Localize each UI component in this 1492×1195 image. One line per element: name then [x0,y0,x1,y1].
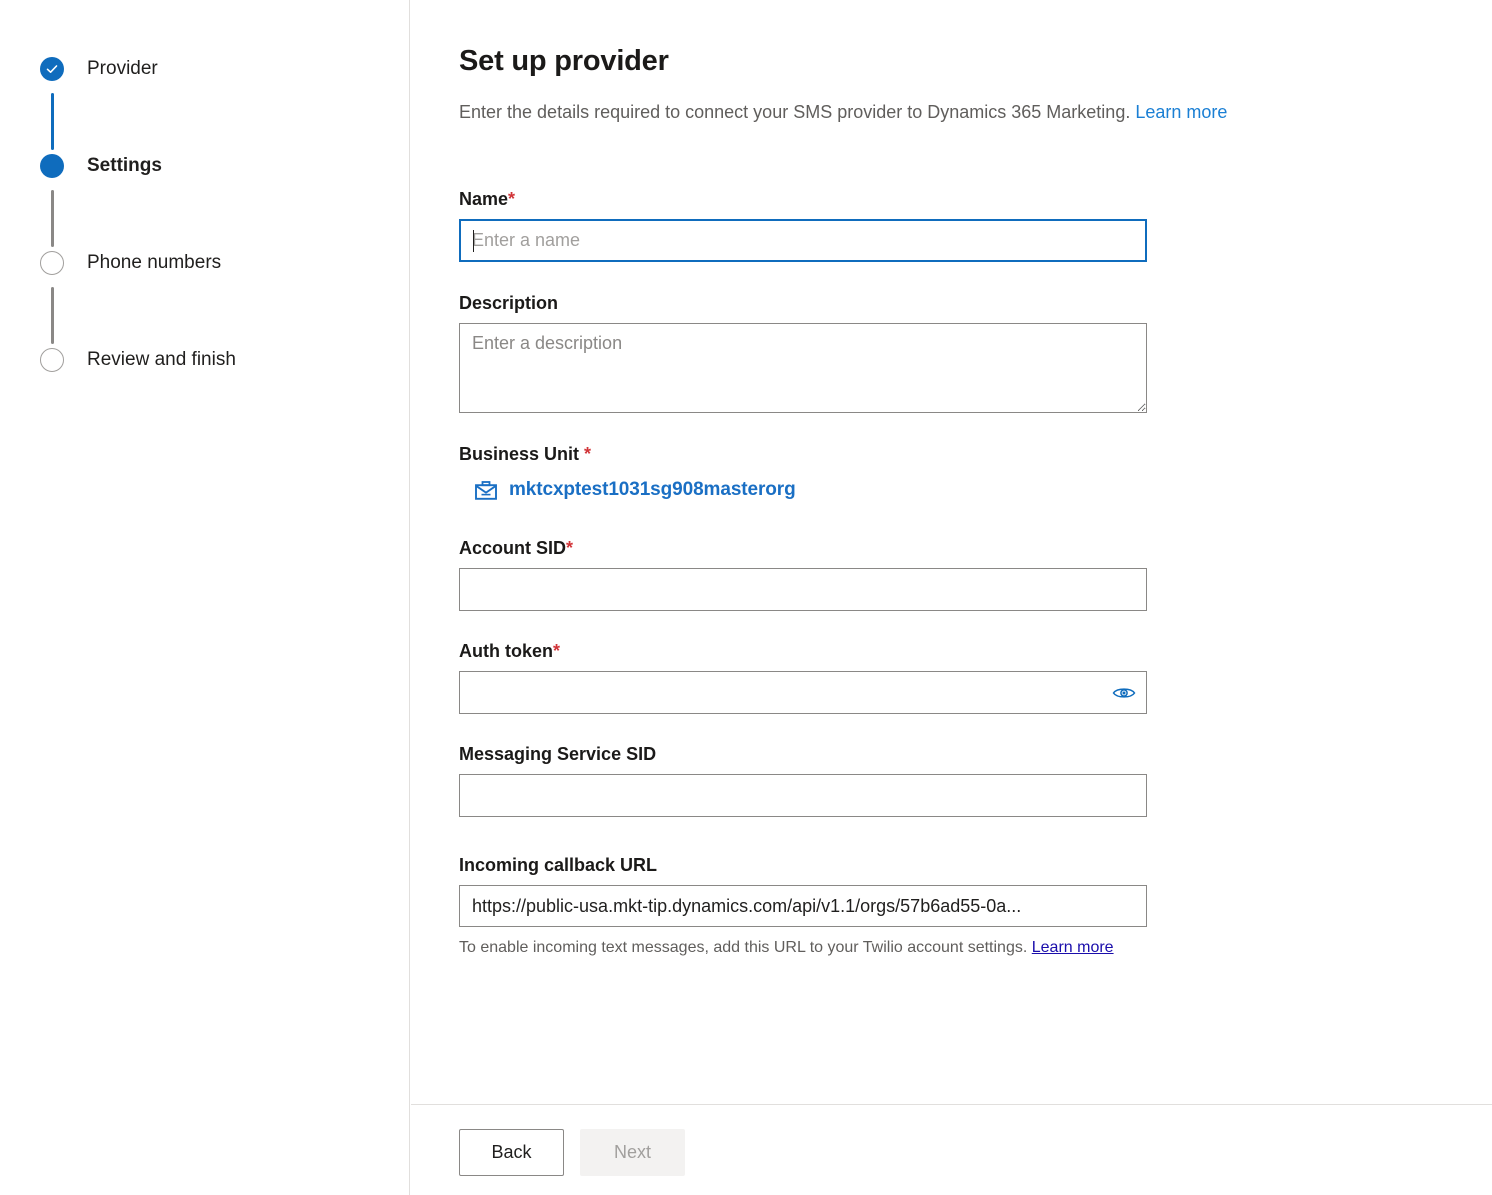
label-messaging-service-sid: Messaging Service SID [459,744,657,764]
messaging-service-sid-input[interactable] [459,774,1147,817]
setup-provider-wizard-page: Provider Settings Phone numbers Review a… [0,0,1492,1195]
step-label-review-and-finish: Review and finish [87,349,236,370]
required-asterisk-business-unit: * [584,444,592,464]
sidebar-item-provider[interactable]: Provider [40,57,158,81]
step-label-provider: Provider [87,58,158,79]
step-connector-2 [51,190,54,247]
step-label-settings: Settings [87,155,162,176]
label-account-sid-text: Account SID [459,538,567,558]
eye-icon[interactable] [1109,678,1139,708]
label-auth-token: Auth token* [459,640,1492,662]
page-subtitle-text: Enter the details required to connect yo… [459,102,1131,122]
field-business-unit: Business Unit * mktcxptest1031sg908master… [459,443,1492,501]
label-business-unit: Business Unit * [459,443,1492,465]
sidebar-item-settings[interactable]: Settings [40,154,162,178]
check-icon [40,57,64,81]
label-name: Name* [459,188,1492,210]
empty-circle-icon [40,348,64,372]
next-button[interactable]: Next [580,1129,685,1176]
wizard-step-rail: Provider Settings Phone numbers Review a… [0,0,410,1195]
field-messaging-service-sid: Messaging Service SID [459,743,1492,817]
field-incoming-callback-url: Incoming callback URL To enable incoming… [459,854,1492,961]
name-input-wrap [459,219,1147,262]
business-unit-name[interactable]: mktcxptest1031sg908masterorg [509,479,796,501]
label-incoming-callback-url: Incoming callback URL [459,855,658,875]
required-asterisk-name: * [508,189,516,209]
label-description: Description [459,293,559,313]
required-asterisk-auth-token: * [553,641,561,661]
back-button[interactable]: Back [459,1129,564,1176]
wizard-footer: Back Next [411,1104,1492,1195]
field-name: Name* [459,188,1492,262]
label-account-sid: Account SID* [459,537,1492,559]
page-title: Set up provider [459,45,669,77]
label-name-text: Name [459,189,509,209]
footer-button-row: Back Next [411,1105,1492,1176]
step-label-phone-numbers: Phone numbers [87,252,222,273]
sidebar-item-review-and-finish[interactable]: Review and finish [40,348,236,372]
step-connector-1 [51,93,54,150]
auth-token-input[interactable] [459,671,1147,714]
incoming-callback-url-input[interactable] [459,885,1147,927]
text-caret [473,230,474,252]
business-unit-lookup-value[interactable]: mktcxptest1031sg908masterorg [475,479,1492,501]
name-input[interactable] [459,219,1147,262]
incoming-callback-url-helper: To enable incoming text messages, add th… [459,934,1149,961]
learn-more-link-callback[interactable]: Learn more [1032,939,1114,956]
field-auth-token: Auth token* [459,640,1492,714]
helper-text: To enable incoming text messages, add th… [459,939,1028,956]
filled-circle-icon [40,154,64,178]
learn-more-link-header[interactable]: Learn more [1135,102,1227,122]
label-auth-token-text: Auth token [459,641,553,661]
sidebar-item-phone-numbers[interactable]: Phone numbers [40,251,221,275]
step-connector-3 [51,287,54,344]
field-description: Description [459,292,1492,413]
auth-token-input-wrap [459,671,1147,714]
account-sid-input[interactable] [459,568,1147,611]
label-business-unit-text: Business Unit [459,444,580,464]
description-textarea[interactable] [459,323,1147,413]
main-content-pane: Set up provider Enter the details requir… [411,0,1492,1104]
empty-circle-icon [40,251,64,275]
field-account-sid: Account SID* [459,537,1492,611]
briefcase-icon [475,480,497,500]
page-subtitle: Enter the details required to connect yo… [459,100,1492,124]
required-asterisk-account-sid: * [566,538,574,558]
